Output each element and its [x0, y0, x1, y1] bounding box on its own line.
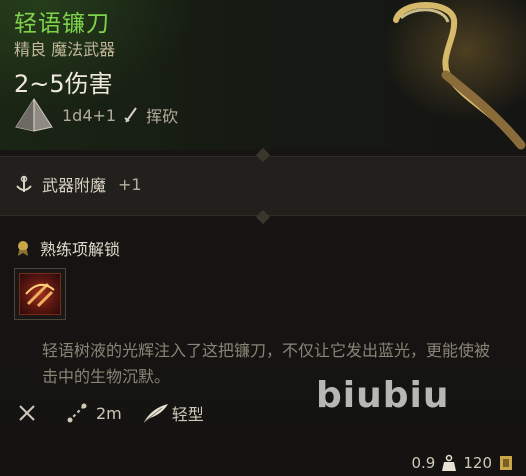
crossed-swords-icon	[16, 402, 38, 424]
d4-dice-icon	[14, 97, 54, 133]
item-weight: 0.9	[411, 454, 436, 472]
item-tooltip: 轻语镰刀 精良 魔法武器 2~5伤害 1d4+1 挥砍 武器附魔 +1 熟练项解…	[0, 0, 526, 476]
enchant-value: +1	[118, 174, 142, 194]
feather-icon	[142, 402, 168, 424]
tooltip-header: 轻语镰刀 精良 魔法武器 2~5伤害 1d4+1 挥砍	[0, 0, 526, 150]
item-name: 轻语镰刀	[14, 11, 110, 37]
gold-icon	[498, 454, 514, 472]
damage-dice-row: 1d4+1 挥砍	[14, 98, 178, 132]
proficiency-row: 熟练项解锁	[14, 236, 120, 260]
damage-dice: 1d4+1	[62, 105, 117, 125]
attack-type: 挥砍	[146, 107, 179, 126]
tooltip-footer: 0.9 120	[412, 452, 515, 474]
slash-sword-icon	[124, 107, 138, 123]
reach-icon	[66, 402, 88, 424]
item-rarity-type: 精良 魔法武器	[14, 40, 116, 59]
enchant-emblem-icon	[14, 174, 34, 194]
proficiency-label: 熟练项解锁	[40, 240, 121, 259]
skill-slot[interactable]	[14, 268, 66, 320]
enchant-label: 武器附魔	[42, 176, 107, 195]
weight-icon	[441, 454, 457, 472]
weight-class: 轻型	[171, 405, 204, 424]
flourish-skill-icon	[19, 273, 61, 315]
watermark: biubiu	[316, 375, 450, 416]
item-artwork	[356, 0, 526, 150]
weapon-range: 2m	[96, 403, 122, 423]
enchant-row: 武器附魔 +1	[14, 172, 142, 196]
item-price: 120	[463, 454, 492, 472]
damage-range: 2~5伤害	[14, 70, 113, 98]
proficiency-medal-icon	[14, 239, 32, 257]
properties-row: 2m 轻型	[16, 398, 224, 428]
